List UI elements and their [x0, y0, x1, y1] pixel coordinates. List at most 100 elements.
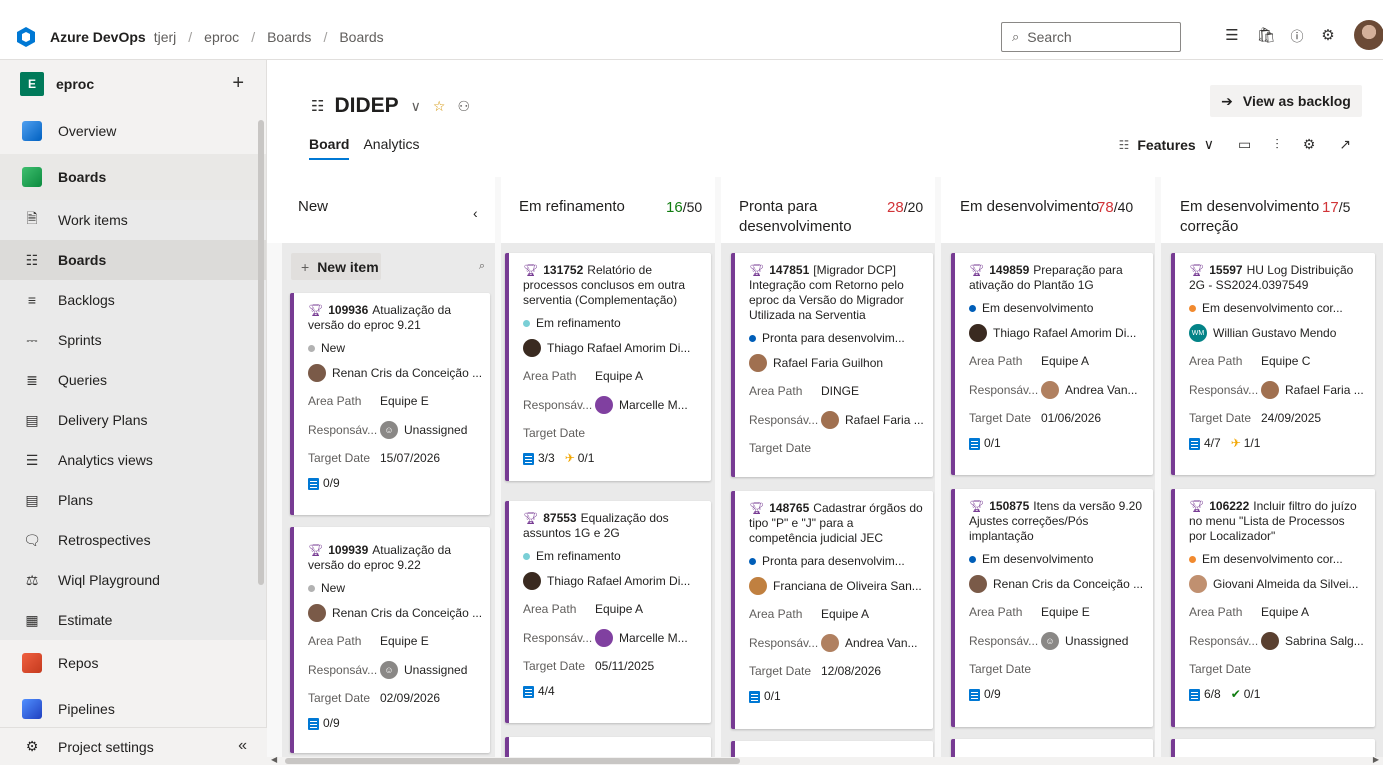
field-value[interactable]: Equipe A — [1261, 605, 1309, 620]
assigned-to-field[interactable]: Renan Cris da Conceição ... — [969, 575, 1143, 593]
field-value[interactable]: 15/07/2026 — [380, 451, 440, 466]
fullscreen-icon[interactable]: ↗ — [1339, 136, 1351, 153]
assigned-to-field[interactable]: Thiago Rafael Amorim Di... — [523, 572, 701, 590]
scroll-right-arrow-icon[interactable]: ▶ — [1373, 755, 1379, 764]
user-avatar[interactable] — [1354, 20, 1383, 50]
field-value[interactable]: 05/11/2025 — [595, 659, 654, 674]
field-value[interactable]: Equipe E — [380, 634, 429, 649]
sidebar-item-estimate[interactable]: ▦ Estimate — [0, 600, 266, 640]
state-field[interactable]: Pronta para desenvolvim... — [749, 331, 923, 346]
assigned-to-field[interactable]: Renan Cris da Conceição ... — [308, 364, 482, 382]
dependency-count[interactable]: ✈ 1/1 — [1231, 436, 1261, 451]
field-value[interactable]: DINGE — [821, 384, 859, 399]
field-value[interactable]: 12/08/2026 — [821, 664, 881, 679]
task-count[interactable]: 0/9 — [308, 716, 340, 731]
backlog-level-selector[interactable]: ☷ Features ∨ — [1119, 136, 1214, 153]
sidebar-item-plans[interactable]: ▤ Plans — [0, 480, 266, 520]
feature-card[interactable]: 🏆︎ 109939 Atualização da versão do eproc 9… — [290, 527, 490, 753]
tab-analytics[interactable]: Analytics — [363, 136, 419, 160]
assigned-to-field[interactable]: Thiago Rafael Amorim Di... — [523, 339, 701, 357]
help-icon[interactable]: ⓘ — [1287, 25, 1307, 45]
field-value[interactable]: Equipe A — [1041, 354, 1089, 369]
field-value[interactable]: Equipe A — [595, 369, 643, 384]
sidebar-item-sprints[interactable]: ⎓ Sprints — [0, 320, 266, 360]
assigned-to-field[interactable]: Renan Cris da Conceição ... — [308, 604, 482, 622]
azure-devops-logo[interactable] — [14, 25, 38, 49]
sidebar-item-wiql-playground[interactable]: ⚖ Wiql Playground — [0, 560, 266, 600]
settings-icon[interactable]: ⚙ — [1303, 136, 1316, 153]
task-count[interactable]: 0/9 — [969, 687, 1001, 702]
card-title[interactable]: 🏆︎ 87553 Equalização dos assuntos 1G e 2G — [523, 511, 701, 541]
sidebar-item-overview[interactable]: Overview — [0, 108, 266, 154]
feature-card[interactable]: 🏆︎ 106222 Incluir filtro do juízo no menu … — [1171, 489, 1375, 727]
feature-card[interactable]: 🏆︎ 109936 Atualização da versão do eproc 9… — [290, 293, 490, 515]
field-value[interactable]: Unassigned — [404, 663, 467, 678]
sidebar-item-pipelines[interactable]: Pipelines — [0, 686, 266, 732]
state-field[interactable]: Em desenvolvimento cor... — [1189, 301, 1365, 316]
project-selector[interactable]: E eproc + — [0, 60, 266, 108]
state-field[interactable]: Em refinamento — [523, 316, 701, 331]
task-count[interactable]: 4/7 — [1189, 436, 1221, 451]
state-field[interactable]: New — [308, 341, 480, 356]
feature-card[interactable]: 🏆︎ 87553 Equalização dos assuntos 1G e 2G … — [505, 501, 711, 723]
state-field[interactable]: Em desenvolvimento cor... — [1189, 552, 1365, 567]
card-title[interactable]: 🏆︎ 15597 HU Log Distribuição 2G - SS2024.0… — [1189, 263, 1365, 293]
brand-link[interactable]: Azure DevOps — [50, 29, 146, 45]
sidebar-item-analytics-views[interactable]: ☰ Analytics views — [0, 440, 266, 480]
new-item-plus-icon[interactable]: + — [232, 72, 244, 95]
field-value[interactable]: Rafael Faria ... — [845, 413, 924, 428]
collapse-column-icon[interactable]: ‹ — [473, 203, 478, 223]
team-members-icon[interactable]: ⚇ — [457, 98, 470, 115]
scrollbar-thumb[interactable] — [285, 758, 740, 764]
breadcrumb-project[interactable]: eproc — [204, 29, 239, 45]
breadcrumb-hub[interactable]: Boards — [267, 29, 311, 45]
marketplace-bag-icon[interactable]: 🛍︎ — [1256, 25, 1276, 45]
field-value[interactable]: Rafael Faria ... — [1285, 383, 1364, 398]
assigned-to-field[interactable]: WM Willian Gustavo Mendo — [1189, 324, 1365, 342]
feature-card[interactable]: 🏆︎ 15597 HU Log Distribuição 2G - SS2024.0… — [1171, 253, 1375, 475]
feature-card[interactable]: 🏆︎ 150875 Itens da versão 9.20 Ajustes cor… — [951, 489, 1153, 727]
state-field[interactable]: Em refinamento — [523, 549, 701, 564]
field-value[interactable]: Sabrina Salg... — [1285, 634, 1364, 649]
test-count[interactable]: ✔ 0/1 — [1231, 687, 1261, 702]
filter-icon[interactable]: ⫶ — [1275, 136, 1279, 153]
breadcrumb-org[interactable]: tjerj — [154, 29, 177, 45]
sidebar-item-queries[interactable]: ≣ Queries — [0, 360, 266, 400]
favorite-star-icon[interactable]: ☆ — [433, 98, 446, 115]
search-input[interactable]: ⌕ Search — [1001, 22, 1181, 52]
assigned-to-field[interactable]: Rafael Faria Guilhon — [749, 354, 923, 372]
board-name[interactable]: DIDEP — [334, 94, 398, 118]
field-value[interactable]: Equipe A — [821, 607, 869, 622]
scroll-left-arrow-icon[interactable]: ◀ — [271, 755, 277, 764]
assigned-to-field[interactable]: Franciana de Oliveira San... — [749, 577, 923, 595]
card-title[interactable]: 🏆︎ 150875 Itens da versão 9.20 Ajustes cor… — [969, 499, 1143, 544]
card-title[interactable]: 🏆︎ 106222 Incluir filtro do juízo no menu … — [1189, 499, 1365, 544]
project-settings[interactable]: ⚙ Project settings « — [0, 727, 267, 765]
tab-board[interactable]: Board — [309, 136, 350, 160]
field-value[interactable]: Andrea Van... — [845, 636, 918, 651]
field-value[interactable]: 01/06/2026 — [1041, 411, 1101, 426]
sidebar-item-retrospectives[interactable]: 🗨 Retrospectives — [0, 520, 266, 560]
card-title[interactable]: 🏆︎ 147851 [Migrador DCP] Integração com Re… — [749, 263, 923, 323]
dependency-count[interactable]: ✈ 0/1 — [565, 451, 595, 466]
state-field[interactable]: Em desenvolvimento — [969, 301, 1143, 316]
card-title[interactable]: 🏆︎ 131752 Relatório de processos conclusos… — [523, 263, 701, 308]
assigned-to-field[interactable]: Thiago Rafael Amorim Di... — [969, 324, 1143, 342]
field-value[interactable]: Equipe C — [1261, 354, 1310, 369]
field-value[interactable]: Marcelle M... — [619, 398, 688, 413]
field-value[interactable]: Unassigned — [1065, 634, 1128, 649]
feature-card[interactable]: 🏆︎ 131752 Relatório de processos conclusos… — [505, 253, 711, 481]
sidebar-item-boards[interactable]: Boards — [0, 154, 266, 200]
sidebar-item-boards-board[interactable]: ☷ Boards — [0, 240, 266, 280]
state-field[interactable]: Em desenvolvimento — [969, 552, 1143, 567]
sidebar-item-backlogs[interactable]: ≡ Backlogs — [0, 280, 266, 320]
sidebar-scrollbar[interactable] — [258, 120, 264, 585]
column-search-icon[interactable]: ⌕ — [470, 253, 494, 280]
card-title[interactable]: 🏆︎ 109939 Atualização da versão do eproc 9… — [308, 543, 480, 573]
state-field[interactable]: Pronta para desenvolvim... — [749, 554, 923, 569]
field-value[interactable]: Equipe E — [1041, 605, 1090, 620]
sidebar-item-delivery-plans[interactable]: ▤ Delivery Plans — [0, 400, 266, 440]
sidebar-item-work-items[interactable]: 🗎 Work items — [0, 200, 266, 240]
user-settings-icon[interactable]: ⚙ — [1318, 25, 1338, 45]
field-value[interactable]: 02/09/2026 — [380, 691, 440, 706]
